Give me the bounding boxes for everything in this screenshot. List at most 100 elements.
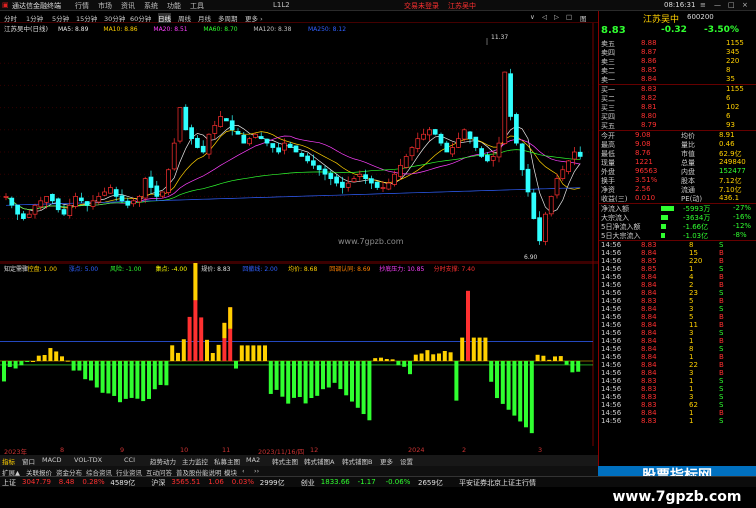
- indicator-chart[interactable]: 20.0015.0010.005.000.00-5.00-10.00-15.00…: [0, 259, 618, 446]
- extended-tab[interactable]: 模块: [224, 467, 237, 477]
- indicator-bar: [286, 361, 291, 404]
- indicator-legend-item: 分时支撑: 7.40: [434, 265, 475, 273]
- indicator-tab[interactable]: 主力监控: [182, 456, 208, 466]
- candlestick-svg: 11.0010.5010.009.509.008.508.007.50 江苏吴中…: [0, 23, 616, 263]
- tab-monthly[interactable]: 月线: [198, 13, 211, 23]
- indicator-bar: [315, 361, 320, 396]
- indicator-tab[interactable]: 趋势动力: [150, 456, 176, 466]
- extended-tab[interactable]: 关联报价: [26, 467, 52, 477]
- close-icon[interactable]: ×: [742, 1, 748, 9]
- indicator-bar: [558, 356, 563, 361]
- indicator-tab[interactable]: 指标: [2, 456, 15, 466]
- candle-body: [171, 142, 177, 170]
- tab-more[interactable]: 更多 ›: [245, 13, 263, 23]
- menu-item-quote[interactable]: 行情: [75, 1, 89, 11]
- extended-tab[interactable]: 综合资讯: [86, 467, 112, 477]
- flow-row: 净流入额 -5993万 -27%: [601, 204, 751, 213]
- indicator-tab[interactable]: 设置: [400, 456, 413, 466]
- indicator-bar: [419, 353, 424, 361]
- indicator-bar: [570, 361, 575, 373]
- extended-tab[interactable]: ‹: [242, 467, 245, 475]
- tick-price: 8.85: [641, 257, 657, 265]
- chart-icon[interactable]: 图: [580, 13, 587, 23]
- tab-1min[interactable]: 1分钟: [26, 13, 43, 23]
- tick-row: 14:56 8.84 2 B: [601, 281, 751, 289]
- extended-tab[interactable]: 行业资讯: [116, 467, 142, 477]
- indicator-bar: [205, 339, 209, 361]
- indicator-bar: [350, 361, 354, 402]
- tick-time: 14:56: [601, 393, 622, 401]
- candle-body: [224, 118, 229, 122]
- candle-body: [299, 153, 305, 157]
- extended-tab[interactable]: 扩展▲: [2, 467, 20, 477]
- tab-15min[interactable]: 15分钟: [76, 13, 97, 23]
- indicator-tab[interactable]: 韩式铺图A: [304, 456, 334, 466]
- flow-bar: [661, 206, 674, 211]
- tick-row: 14:56 8.84 1 B: [601, 337, 751, 345]
- bid-row: 买五 8.79 93: [601, 121, 751, 130]
- menu-icon[interactable]: ≡: [700, 1, 706, 9]
- next-icon[interactable]: ▷: [554, 13, 559, 21]
- status-item: 0.28%: [82, 478, 105, 486]
- extended-tab[interactable]: 普及股份能说明: [176, 467, 222, 477]
- indicator-tab[interactable]: 韩式铺图B: [342, 456, 372, 466]
- candle-body: [427, 129, 432, 136]
- menu-item-function[interactable]: 功能: [167, 1, 181, 11]
- indicator-bar: [181, 339, 186, 361]
- menu-item-system[interactable]: 系统: [144, 1, 158, 11]
- candle-body: [293, 145, 299, 153]
- tick-time: 14:56: [601, 385, 622, 393]
- indicator-tab[interactable]: 更多: [380, 456, 393, 466]
- prev-icon[interactable]: ◁: [542, 13, 547, 21]
- indicator-bar: [19, 361, 24, 366]
- indicator-tab[interactable]: MACD: [42, 456, 61, 464]
- stat-value: 8.91: [719, 131, 735, 139]
- indicator-bar: [489, 361, 494, 382]
- menu-item-tools[interactable]: 工具: [190, 1, 204, 11]
- dropdown-icon[interactable]: ∨: [530, 13, 535, 21]
- trade-login-link[interactable]: 交易未登录: [404, 1, 439, 11]
- indicator-tab[interactable]: 私募主图: [214, 456, 240, 466]
- indicator-legend-item: 抄底压力: 10.85: [379, 265, 424, 273]
- indicator-bar: [71, 361, 76, 371]
- tick-price: 8.83: [641, 401, 657, 409]
- tick-row: 14:56 8.84 11 B: [601, 321, 751, 329]
- tab-60min[interactable]: 60分钟: [130, 13, 151, 23]
- flow-bar: [661, 224, 667, 229]
- extended-tab[interactable]: ››: [254, 467, 259, 475]
- indicator-legend-item: 集点: -4.00: [156, 265, 188, 273]
- candle-body: [189, 127, 194, 140]
- tick-direction: S: [719, 417, 724, 425]
- tick-price: 8.84: [641, 409, 657, 417]
- menu-item-l1l2[interactable]: L1L2: [273, 1, 290, 9]
- indicator-tab[interactable]: MA2: [246, 456, 260, 464]
- candlestick-chart[interactable]: 11.0010.5010.009.509.008.508.007.50 江苏吴中…: [0, 23, 616, 263]
- indicator-tab[interactable]: CCI: [124, 456, 135, 464]
- tab-5min[interactable]: 5分钟: [52, 13, 69, 23]
- extended-tab[interactable]: 资金分布: [56, 467, 82, 477]
- candle-body: [479, 148, 484, 157]
- indicator-tab[interactable]: 窗口: [22, 456, 35, 466]
- candle-body: [270, 143, 276, 148]
- indicator-tab[interactable]: 韩式主图: [272, 456, 298, 466]
- tab-30min[interactable]: 30分钟: [104, 13, 125, 23]
- candle-body: [148, 176, 154, 188]
- tick-time: 14:56: [601, 361, 622, 369]
- menu-item-market[interactable]: 市场: [98, 1, 112, 11]
- indicator-tab[interactable]: VOL-TDX: [74, 456, 102, 464]
- maximize-icon[interactable]: □: [728, 1, 735, 9]
- tab-weekly[interactable]: 周线: [178, 13, 191, 23]
- tab-multi[interactable]: 多周期: [218, 13, 238, 23]
- tick-price: 8.84: [641, 273, 657, 281]
- indicator-bar: [251, 345, 256, 361]
- order-price: 8.86: [641, 57, 657, 65]
- tab-timeshare[interactable]: 分时: [4, 13, 17, 23]
- tab-daily[interactable]: 日线: [158, 13, 171, 23]
- order-volume: 1155: [726, 39, 744, 47]
- menu-item-news[interactable]: 资讯: [121, 1, 135, 11]
- window-icon[interactable]: □: [566, 13, 572, 21]
- minimize-icon[interactable]: —: [714, 1, 721, 9]
- extended-tab[interactable]: 互动问答: [146, 467, 172, 477]
- stat-row: 今开 9.08 均价 8.91: [601, 131, 751, 140]
- indicator-legend-item: 规价: 8.83: [201, 265, 230, 273]
